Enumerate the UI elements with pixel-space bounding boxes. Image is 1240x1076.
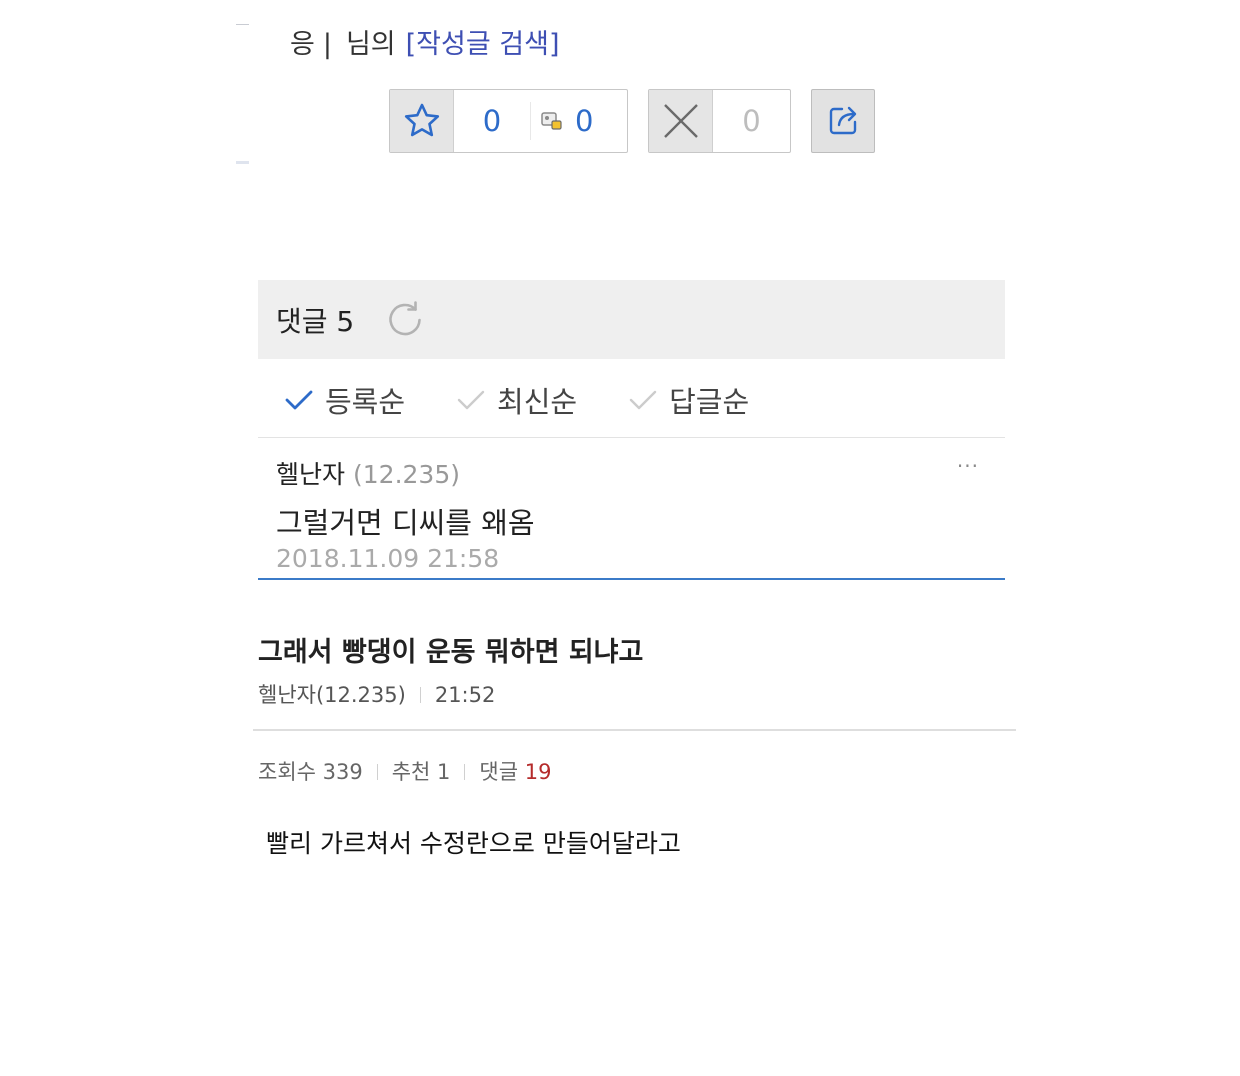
comment-author-ip: (12.235) bbox=[353, 460, 460, 489]
upvote-button[interactable] bbox=[390, 90, 454, 152]
fixed-upvote-count: 0 bbox=[575, 104, 594, 138]
more-options-icon[interactable]: ··· bbox=[957, 454, 979, 478]
sort-option-label: 최신순 bbox=[497, 384, 578, 419]
stats-divider bbox=[464, 764, 466, 780]
meta-divider bbox=[419, 687, 421, 703]
comment-author-name[interactable]: 헬난자 bbox=[276, 460, 345, 489]
search-posts-link[interactable]: [작성글 검색] bbox=[406, 29, 560, 60]
downvote-count: 0 bbox=[742, 104, 761, 138]
edge-mark-top bbox=[236, 24, 249, 25]
close-x-icon bbox=[663, 104, 698, 138]
author-suffix: 님의 bbox=[345, 29, 396, 60]
checkmark-icon bbox=[457, 390, 485, 409]
refresh-icon bbox=[389, 300, 422, 335]
post-author[interactable]: 헬난자(12.235) bbox=[258, 683, 406, 707]
edge-mark-bottom bbox=[236, 161, 249, 164]
author-nick[interactable]: 응 bbox=[290, 29, 315, 60]
checkmark-icon bbox=[629, 390, 657, 409]
post-recommend: 추천 1 bbox=[391, 760, 451, 784]
author-separator: | bbox=[322, 29, 332, 60]
share-button[interactable] bbox=[811, 89, 875, 153]
post-comments-label: 댓글 bbox=[479, 760, 519, 784]
comment-date: 2018.11.09 21:58 bbox=[276, 544, 500, 573]
stats-divider bbox=[376, 764, 378, 780]
fixed-upvote-area: 0 bbox=[531, 90, 627, 152]
post-meta: 헬난자(12.235) 21:52 bbox=[258, 679, 495, 709]
downvote-group: 0 bbox=[648, 89, 791, 153]
post-stats: 조회수 339 추천 1 댓글 19 bbox=[258, 756, 551, 786]
comment-text: 그럴거면 디씨를 왜옴 bbox=[276, 506, 535, 540]
post-comments-count: 19 bbox=[524, 760, 552, 784]
sort-option-registered[interactable]: 등록순 bbox=[285, 379, 405, 421]
downvote-button[interactable] bbox=[649, 90, 713, 152]
sort-option-label: 답글순 bbox=[669, 384, 750, 419]
post-time: 21:52 bbox=[434, 683, 496, 707]
sort-option-replies[interactable]: 답글순 bbox=[629, 379, 749, 421]
upvote-group: 0 0 bbox=[389, 89, 628, 153]
star-icon bbox=[404, 103, 439, 137]
checkmark-icon bbox=[285, 390, 313, 409]
post-views: 조회수 339 bbox=[258, 760, 363, 784]
post-divider bbox=[253, 729, 1016, 731]
refresh-button[interactable] bbox=[384, 299, 426, 341]
comment-item: 헬난자 (12.235) ··· 그럴거면 디씨를 왜옴 2018.11.09 2… bbox=[258, 440, 1005, 580]
post-body: 빨리 가르쳐서 수정란으로 만들어달라고 bbox=[266, 829, 681, 858]
comment-sort-bar: 등록순 최신순 답글순 bbox=[258, 362, 1005, 438]
comment-count-title: 댓글 5 bbox=[276, 304, 355, 338]
post-title: 그래서 빵댕이 운동 뭐하면 되냐고 bbox=[258, 637, 644, 668]
author-line: 응 | 님의 [작성글 검색] bbox=[290, 22, 560, 61]
fixed-user-icon bbox=[541, 112, 562, 130]
comment-header: 댓글 5 bbox=[258, 280, 1005, 359]
comment-author: 헬난자 (12.235) bbox=[276, 455, 460, 491]
sort-option-label: 등록순 bbox=[325, 384, 406, 419]
upvote-count: 0 bbox=[482, 104, 502, 138]
share-icon bbox=[829, 106, 857, 135]
sort-option-latest[interactable]: 최신순 bbox=[457, 379, 577, 421]
